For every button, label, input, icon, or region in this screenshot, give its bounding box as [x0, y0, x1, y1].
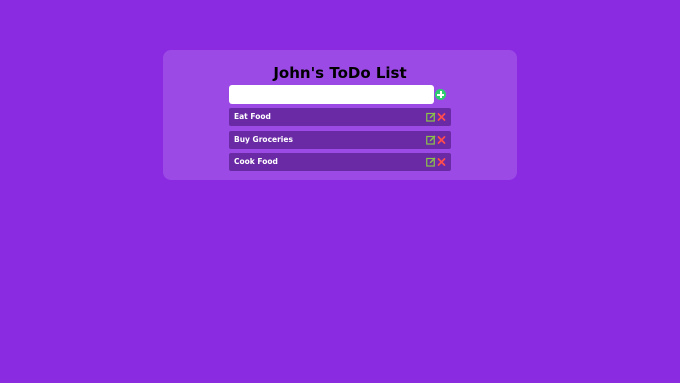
- close-icon[interactable]: [437, 135, 446, 145]
- todo-item: Buy Groceries: [229, 130, 451, 149]
- close-icon[interactable]: [437, 157, 446, 167]
- page-title: John's ToDo List: [273, 64, 407, 82]
- add-task-button[interactable]: [435, 89, 446, 100]
- todo-list: Eat Food Buy Groceries Cook Food: [229, 108, 451, 176]
- todo-item-text: Cook Food: [234, 157, 278, 166]
- close-icon[interactable]: [437, 112, 446, 122]
- add-task-row: [229, 85, 447, 104]
- task-input[interactable]: [229, 85, 434, 104]
- todo-item-text: Eat Food: [234, 112, 271, 121]
- edit-icon[interactable]: [426, 157, 436, 167]
- edit-icon[interactable]: [426, 112, 436, 122]
- todo-item: Eat Food: [229, 108, 451, 126]
- todo-item: Cook Food: [229, 153, 451, 171]
- todo-item-text: Buy Groceries: [234, 134, 293, 144]
- edit-icon[interactable]: [426, 135, 436, 145]
